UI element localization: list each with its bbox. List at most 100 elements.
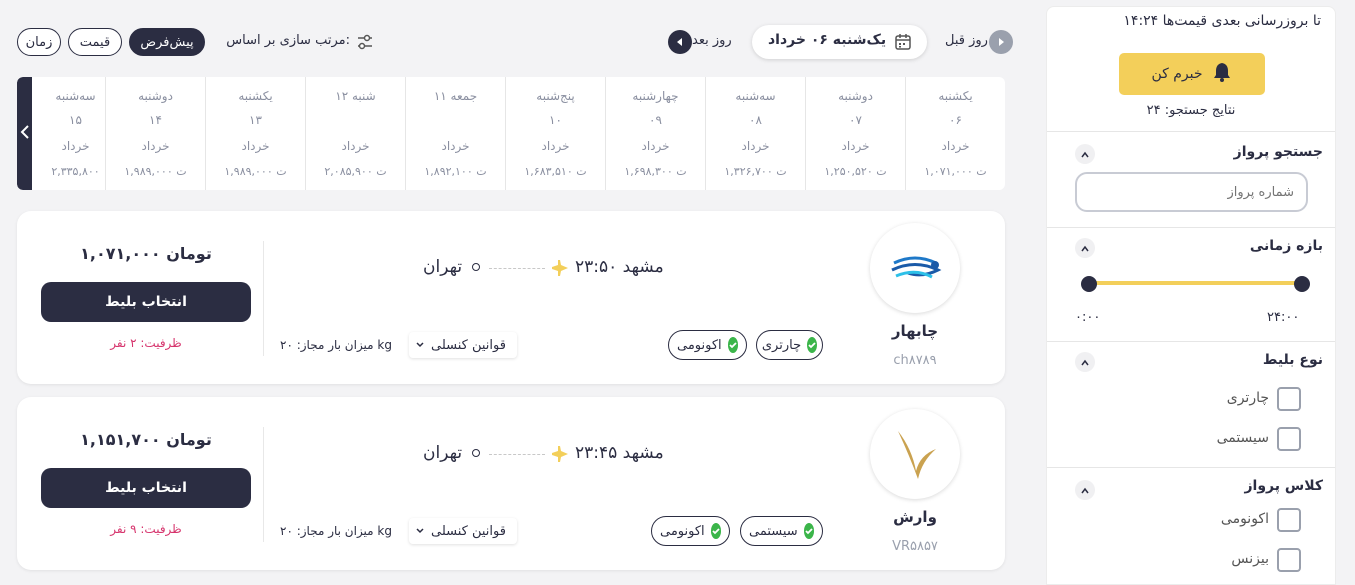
- tag-label: اکونومی: [677, 337, 722, 353]
- section-title: بازه زمانی: [1249, 238, 1323, 254]
- date-num: ۱۰: [549, 113, 562, 127]
- date-num: ۰۸: [749, 113, 762, 127]
- time-range-max-handle[interactable]: [1294, 276, 1310, 292]
- chevron-up-icon: [1080, 145, 1090, 164]
- date-price-cell[interactable]: پنج‌شنبه ۱۰ خرداد ۱,۶۸۳,۵۱۰ ت: [505, 77, 605, 190]
- divider: [263, 241, 264, 356]
- select-ticket-button[interactable]: انتخاب بلیط: [41, 282, 251, 322]
- chevron-left-icon: [20, 124, 30, 144]
- ticket-price: ۱,۰۷۱,۰۰۰ تومان: [80, 244, 212, 263]
- date-price: ۱,۶۹۸,۳۰۰ ت: [624, 165, 687, 178]
- sliders-icon: [356, 33, 374, 55]
- date-price-cell[interactable]: دوشنبه ۰۷ خرداد ۱,۲۵۰,۵۲۰ ت: [805, 77, 905, 190]
- prev-day-label[interactable]: روز قبل: [945, 33, 988, 48]
- date-month: خرداد: [941, 139, 970, 153]
- origin-city: مشهد: [622, 257, 664, 277]
- origin-city: مشهد: [622, 443, 664, 463]
- charter-label: چارتری: [1226, 390, 1269, 406]
- collapse-toggle[interactable]: [1075, 144, 1095, 164]
- time-min-label: ۰:۰۰: [1075, 310, 1101, 325]
- filter-sidebar: تا بروزرسانی بعدی قیمت‌ها ۱۴:۲۴ خبرم کن …: [1046, 6, 1336, 585]
- collapse-toggle[interactable]: [1075, 238, 1095, 258]
- cancellation-rules-dropdown[interactable]: قوانین کنسلی: [409, 518, 517, 544]
- rules-label: قوانین کنسلی: [431, 523, 506, 539]
- chevron-down-icon: [415, 338, 425, 353]
- flight-code: VR۵۸۵۷: [892, 539, 938, 554]
- date-price-cell[interactable]: چهارشنبه ۰۹ خرداد ۱,۶۹۸,۳۰۰ ت: [605, 77, 705, 190]
- sort-default-button[interactable]: پیش‌فرض: [129, 28, 205, 56]
- system-checkbox[interactable]: [1277, 427, 1301, 451]
- sort-label: مرتب سازی بر اساس:: [226, 33, 350, 48]
- date-price-cell[interactable]: یکشنبه ۱۳ خرداد ۱,۹۸۹,۰۰۰ ت: [205, 77, 305, 190]
- date-price-strip: یکشنبه ۰۶ خرداد ۱,۰۷۱,۰۰۰ ت دوشنبه ۰۷ خرداد ۱,۲…: [17, 77, 1005, 190]
- date-price-cell[interactable]: سه‌شنبه ۰۸ خرداد ۱,۳۲۶,۷۰۰ ت: [705, 77, 805, 190]
- date-num: ۱۵: [69, 113, 82, 127]
- strip-scroll-left-button[interactable]: [17, 77, 32, 190]
- varesh-logo-icon: [898, 431, 936, 479]
- baggage-allowance: میزان بار مجاز: ۲۰ kg: [280, 338, 392, 352]
- sort-price-button[interactable]: قیمت: [68, 28, 122, 56]
- tag-economy: اکونومی: [651, 516, 730, 546]
- next-day-label[interactable]: روز بعد: [692, 33, 732, 48]
- select-ticket-button[interactable]: انتخاب بلیط: [41, 468, 251, 508]
- baggage-allowance: میزان بار مجاز: ۲۰ kg: [280, 524, 392, 538]
- tag-system: سیستمی: [740, 516, 823, 546]
- date-day: دوشنبه: [838, 89, 873, 103]
- flight-class-section: کلاس پرواز اکونومی بیزنس: [1047, 467, 1335, 585]
- date-day: پنج‌شنبه: [536, 89, 575, 103]
- tag-charter: چارتری: [756, 330, 823, 360]
- current-date-box[interactable]: یک‌شنبه ۰۶ خرداد: [752, 25, 927, 59]
- date-month: خرداد: [641, 139, 670, 153]
- date-month: خرداد: [341, 139, 370, 153]
- plane-icon: [551, 260, 569, 280]
- cancellation-rules-dropdown[interactable]: قوانین کنسلی: [409, 332, 517, 358]
- notify-me-button[interactable]: خبرم کن: [1119, 53, 1265, 95]
- divider: [263, 427, 264, 542]
- collapse-toggle[interactable]: [1075, 480, 1095, 500]
- date-price-cell[interactable]: شنبه ۱۲ خرداد ۲,۰۸۵,۹۰۰ ت: [305, 77, 405, 190]
- economy-checkbox[interactable]: [1277, 508, 1301, 532]
- departure: مشهد ۲۳:۴۵: [575, 443, 664, 463]
- prev-day-arrow-icon[interactable]: [989, 30, 1013, 54]
- notify-label: خبرم کن: [1151, 66, 1203, 82]
- next-day-arrow-icon[interactable]: [668, 30, 692, 54]
- rules-label: قوانین کنسلی: [431, 337, 506, 353]
- date-num: ۰۶: [949, 113, 962, 127]
- date-price: ۱,۹۸۹,۰۰۰ ت: [224, 165, 287, 178]
- airline-name: چابهار: [891, 322, 939, 340]
- collapse-toggle[interactable]: [1075, 352, 1095, 372]
- charter-checkbox[interactable]: [1277, 387, 1301, 411]
- chevron-up-icon: [1080, 239, 1090, 258]
- flight-code: ch۸۷۸۹: [893, 353, 937, 368]
- departure-time: ۲۳:۴۵: [575, 443, 618, 463]
- airline-logo: [870, 409, 960, 499]
- date-month: خرداد: [741, 139, 770, 153]
- departure-time: ۲۳:۵۰: [575, 257, 618, 277]
- date-month: خرداد: [841, 139, 870, 153]
- date-price-cell[interactable]: سه‌شنبه ۱۵ خرداد ۲,۳۳۵,۸۰۰: [25, 77, 125, 190]
- business-checkbox[interactable]: [1277, 548, 1301, 572]
- results-count: نتایج جستجو: ۲۴: [1146, 103, 1236, 118]
- tag-label: سیستمی: [749, 523, 798, 539]
- date-month: خرداد: [241, 139, 270, 153]
- time-range-min-handle[interactable]: [1081, 276, 1097, 292]
- flight-number-input[interactable]: [1075, 172, 1308, 212]
- plane-icon: [551, 446, 569, 466]
- sort-time-button[interactable]: زمان: [17, 28, 61, 56]
- date-month: خرداد: [441, 139, 470, 153]
- date-price: ۱,۰۷۱,۰۰۰ ت: [924, 165, 987, 178]
- date-price-cell[interactable]: جمعه ۱۱ خرداد ۱,۸۹۲,۱۰۰ ت: [405, 77, 505, 190]
- date-price-cell[interactable]: یکشنبه ۰۶ خرداد ۱,۰۷۱,۰۰۰ ت: [905, 77, 1005, 190]
- time-range-track: [1089, 281, 1301, 285]
- check-icon: [710, 523, 721, 539]
- section-title: جستجو پرواز: [1233, 144, 1323, 160]
- check-icon: [803, 523, 814, 539]
- flight-card: وارش VR۵۸۵۷ مشهد ۲۳:۴۵ تهران سیستمی اکون…: [17, 397, 1005, 570]
- section-title: نوع بلیط: [1262, 352, 1323, 368]
- date-day: سه‌شنبه: [735, 89, 776, 103]
- destination-city: تهران: [423, 443, 463, 463]
- date-price: ۱,۲۵۰,۵۲۰ ت: [824, 165, 887, 178]
- chevron-down-icon: [415, 524, 425, 539]
- time-max-label: ۲۴:۰۰: [1267, 310, 1300, 325]
- economy-label: اکونومی: [1220, 511, 1269, 527]
